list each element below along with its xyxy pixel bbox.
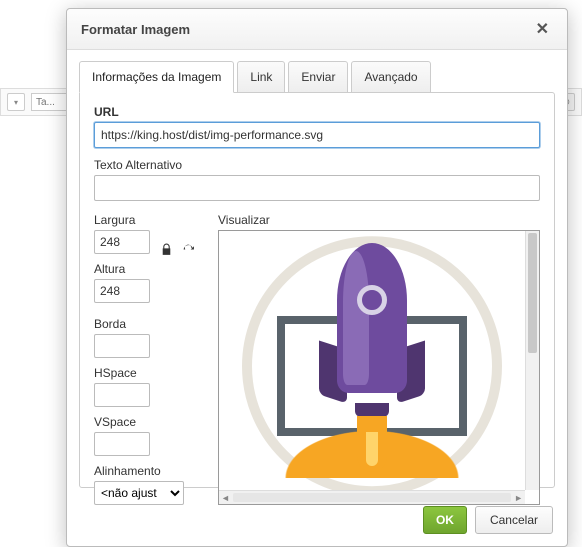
tab-image-info[interactable]: Informações da Imagem	[79, 61, 234, 93]
url-label: URL	[94, 105, 540, 119]
border-label: Borda	[94, 317, 202, 331]
lock-icon[interactable]	[158, 241, 174, 257]
vspace-label: VSpace	[94, 415, 202, 429]
url-input[interactable]	[94, 122, 540, 148]
height-input[interactable]	[94, 279, 150, 303]
preview-label: Visualizar	[218, 213, 540, 227]
preview-box: ◄►	[218, 230, 540, 505]
tab-upload[interactable]: Enviar	[288, 61, 348, 93]
tab-advanced[interactable]: Avançado	[351, 61, 430, 93]
ok-button[interactable]: OK	[423, 506, 467, 534]
dialog-titlebar: Formatar Imagem ✕	[67, 9, 567, 50]
dialog-title: Formatar Imagem	[81, 22, 190, 37]
hspace-input[interactable]	[94, 383, 150, 407]
tab-panel-image-info: URL Texto Alternativo Largura	[79, 92, 555, 488]
hspace-label: HSpace	[94, 366, 202, 380]
close-icon[interactable]: ✕	[532, 19, 553, 39]
vspace-input[interactable]	[94, 432, 150, 456]
tab-link[interactable]: Link	[237, 61, 285, 93]
preview-column: Visualizar	[218, 213, 540, 505]
alt-input[interactable]	[94, 175, 540, 201]
height-label: Altura	[94, 262, 202, 276]
width-input[interactable]	[94, 230, 150, 254]
cancel-button[interactable]: Cancelar	[475, 506, 553, 534]
preview-horizontal-scrollbar[interactable]: ◄►	[219, 490, 525, 504]
dialog-tabs: Informações da Imagem Link Enviar Avança…	[67, 50, 567, 92]
width-label: Largura	[94, 213, 202, 227]
preview-vertical-scrollbar[interactable]	[525, 231, 539, 490]
dimensions-column: Largura Altura Borda	[94, 213, 202, 505]
format-image-dialog: Formatar Imagem ✕ Informações da Imagem …	[66, 8, 568, 547]
refresh-icon[interactable]	[180, 241, 196, 257]
align-select[interactable]: <não ajust	[94, 481, 184, 505]
border-input[interactable]	[94, 334, 150, 358]
alt-label: Texto Alternativo	[94, 158, 540, 172]
preview-image	[219, 231, 525, 490]
align-label: Alinhamento	[94, 464, 202, 478]
toolbar-dropdown[interactable]: ▾	[7, 93, 25, 111]
